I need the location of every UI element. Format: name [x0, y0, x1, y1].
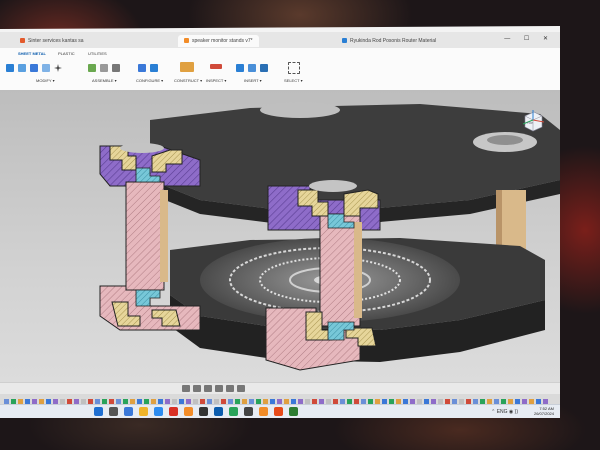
- modify-label[interactable]: MODIFY ▾: [36, 78, 55, 83]
- chamfer-icon[interactable]: [30, 64, 38, 72]
- section-left-post: [125, 181, 165, 291]
- taskbar-app-icon[interactable]: [169, 407, 178, 416]
- browser-tab-3[interactable]: Ryukinda Rod Posonis Router Material: [336, 35, 442, 47]
- shell-icon[interactable]: [42, 64, 50, 72]
- top-bolt-hole: [260, 102, 340, 118]
- taskbar-app-icon[interactable]: [184, 407, 193, 416]
- step-forward-icon[interactable]: [215, 385, 223, 392]
- taskbar-app-icon[interactable]: [259, 407, 268, 416]
- playback-controls: [182, 385, 245, 394]
- assemble-group: ASSEMBLE ▾: [86, 60, 132, 86]
- taskbar-app-icon[interactable]: [244, 407, 253, 416]
- configure-group: CONFIGURE ▾: [136, 60, 176, 86]
- go-to-end-icon[interactable]: [226, 385, 234, 392]
- clip-bottom-left: [135, 289, 161, 307]
- timeline-settings-icon[interactable]: [237, 385, 245, 392]
- window-controls[interactable]: — ☐ ✕: [504, 35, 554, 42]
- left-post-wood: [160, 190, 168, 282]
- browser-tab-1[interactable]: Sinter services kantas sa: [14, 35, 90, 47]
- 3d-viewport[interactable]: TOP: [0, 90, 560, 394]
- move-icon[interactable]: [54, 64, 62, 72]
- center-post-wood: [354, 222, 362, 318]
- taskbar-app-icon[interactable]: [139, 407, 148, 416]
- taskbar-app-icon[interactable]: [229, 407, 238, 416]
- parameters-icon[interactable]: [150, 64, 158, 72]
- insert-svg-icon[interactable]: [260, 64, 268, 72]
- section-view-drawing: [99, 102, 560, 371]
- inspect-label[interactable]: INSPECT ▾: [206, 78, 226, 83]
- monitor-screen: Sinter services kantas sa speaker monito…: [0, 26, 560, 418]
- play-icon[interactable]: [204, 385, 212, 392]
- select-icon[interactable]: [288, 62, 300, 74]
- insert-derive-icon[interactable]: [236, 64, 244, 72]
- tab-favicon-icon: [342, 38, 347, 44]
- offset-plane-icon[interactable]: [180, 62, 194, 72]
- viewcube[interactable]: TOP: [520, 108, 546, 134]
- toolbar-ribbon: SHEET METAL PLASTIC UTILITIES MODIFY ▾ A…: [0, 48, 560, 91]
- clock[interactable]: 7:52 AM 26/07/2024: [534, 406, 554, 416]
- select-group: SELECT ▾: [282, 60, 308, 86]
- system-tray-icons[interactable]: ⌃ ENG ◉ )): [491, 409, 518, 415]
- go-to-start-icon[interactable]: [182, 385, 190, 392]
- construct-label[interactable]: CONSTRUCT ▾: [174, 78, 202, 83]
- tab-label: Sinter services kantas sa: [28, 38, 84, 44]
- fillet-icon[interactable]: [18, 64, 26, 72]
- top-bolt-hole-right-inner: [487, 135, 523, 145]
- taskbar-app-icons: [94, 407, 298, 416]
- taskbar-app-icon[interactable]: [274, 407, 283, 416]
- left-bolt-hole: [120, 143, 164, 153]
- taskbar-app-icon[interactable]: [94, 407, 103, 416]
- windows-taskbar: ⌃ ENG ◉ )) 7:52 AM 26/07/2024: [0, 404, 560, 418]
- taskbar-app-icon[interactable]: [109, 407, 118, 416]
- tab-label: speaker monitor stands v7*: [192, 38, 253, 44]
- insert-label[interactable]: INSERT ▾: [244, 78, 262, 83]
- tab-sheet-metal[interactable]: SHEET METAL: [18, 51, 46, 56]
- timeline-steps[interactable]: [0, 394, 560, 405]
- assemble-label[interactable]: ASSEMBLE ▾: [92, 78, 117, 83]
- configure-icon[interactable]: [138, 64, 146, 72]
- center-bolt-hole: [309, 180, 357, 192]
- taskbar-app-icon[interactable]: [124, 407, 133, 416]
- new-component-icon[interactable]: [88, 64, 96, 72]
- as-built-joint-icon[interactable]: [112, 64, 120, 72]
- step-back-icon[interactable]: [193, 385, 201, 392]
- insert-mesh-icon[interactable]: [248, 64, 256, 72]
- configure-label[interactable]: CONFIGURE ▾: [136, 78, 163, 83]
- viewcube-face-label: TOP: [527, 121, 534, 125]
- taskbar-app-icon[interactable]: [289, 407, 298, 416]
- tab-label: Ryukinda Rod Posonis Router Material: [350, 38, 437, 44]
- tab-plastic[interactable]: PLASTIC: [58, 51, 75, 56]
- joint-icon[interactable]: [100, 64, 108, 72]
- taskbar-app-icon[interactable]: [154, 407, 163, 416]
- tab-favicon-icon: [20, 38, 25, 44]
- measure-icon[interactable]: [210, 64, 222, 69]
- tab-favicon-icon: [184, 38, 189, 44]
- clock-date: 26/07/2024: [533, 411, 554, 416]
- inspect-group: INSPECT ▾: [206, 60, 230, 86]
- press-pull-icon[interactable]: [6, 64, 14, 72]
- modify-group: MODIFY ▾: [4, 60, 80, 86]
- tab-utilities[interactable]: UTILITIES: [88, 51, 107, 56]
- select-label[interactable]: SELECT ▾: [284, 78, 303, 83]
- browser-tab-2[interactable]: speaker monitor stands v7*: [178, 35, 259, 47]
- taskbar-app-icon[interactable]: [199, 407, 208, 416]
- taskbar-app-icon[interactable]: [214, 407, 223, 416]
- construct-group: CONSTRUCT ▾: [174, 60, 204, 86]
- browser-tab-bar: Sinter services kantas sa speaker monito…: [0, 32, 560, 48]
- insert-group: INSERT ▾: [234, 60, 278, 86]
